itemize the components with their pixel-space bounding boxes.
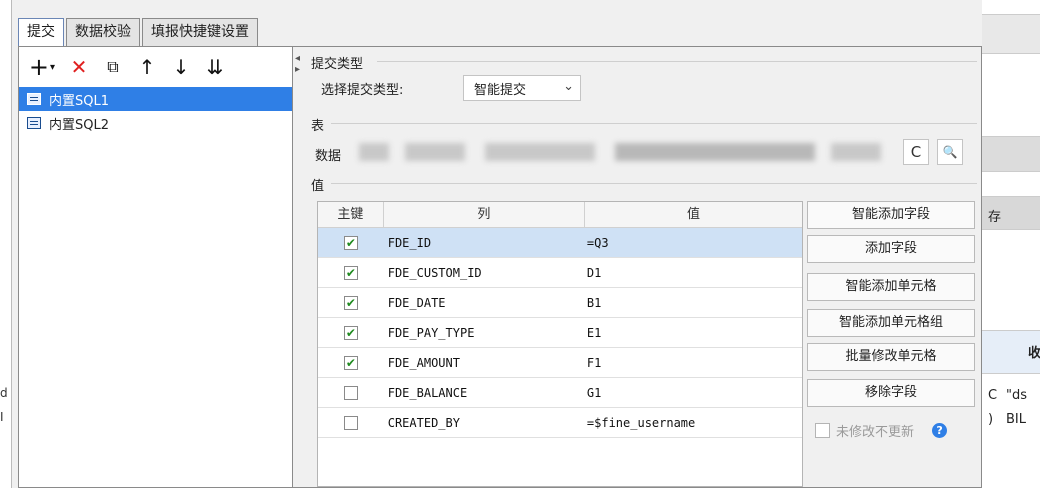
- background-text: ): [988, 412, 994, 427]
- refresh-icon[interactable]: C: [903, 139, 929, 165]
- list-toolbar: + ▾ ✕ ⧉ ↑ ↓ ⇊: [19, 47, 292, 87]
- background-text: 存: [988, 210, 1002, 225]
- background-right-strip: 存 收 C "ds ) BIL: [980, 0, 1040, 488]
- submit-type-label: 选择提交类型:: [321, 83, 404, 98]
- table-row[interactable]: ✔ FDE_ID =Q3: [318, 228, 802, 258]
- primary-key-cell: [318, 385, 384, 400]
- table-name-field[interactable]: [345, 139, 885, 165]
- column-cell[interactable]: FDE_CUSTOM_ID: [384, 266, 585, 280]
- preview-icon[interactable]: 🔍: [937, 139, 963, 165]
- primary-key-checkbox[interactable]: ✔: [343, 235, 358, 250]
- help-icon[interactable]: ?: [932, 423, 948, 438]
- value-cell[interactable]: B1: [585, 296, 802, 310]
- value-cell[interactable]: =Q3: [585, 236, 802, 250]
- tab-data-validation[interactable]: 数据校验: [66, 18, 140, 46]
- column-cell[interactable]: FDE_DATE: [384, 296, 585, 310]
- primary-key-cell: ✔: [318, 235, 384, 250]
- remove-field-button[interactable]: 移除字段: [807, 379, 975, 407]
- primary-key-cell: [318, 415, 384, 430]
- delete-icon[interactable]: ✕: [67, 55, 91, 79]
- primary-key-checkbox[interactable]: ✔: [343, 325, 358, 340]
- smart-add-cell-button[interactable]: 智能添加单元格: [807, 273, 975, 301]
- tab-shortcut-settings[interactable]: 填报快捷键设置: [142, 18, 258, 46]
- add-field-button[interactable]: 添加字段: [807, 235, 975, 263]
- chevron-down-icon: ⌄: [563, 79, 574, 94]
- background-text: I: [0, 410, 4, 424]
- no-update-checkbox[interactable]: [815, 423, 830, 438]
- list-item-label: 内置SQL2: [49, 117, 109, 133]
- table-row[interactable]: ✔ FDE_CUSTOM_ID D1: [318, 258, 802, 288]
- table-body: ✔ FDE_ID =Q3 ✔ FDE_CUSTOM_ID D1 ✔ FDE_DATE B1 ✔ FD…: [318, 228, 802, 438]
- value-cell[interactable]: G1: [585, 386, 802, 400]
- column-cell[interactable]: FDE_PAY_TYPE: [384, 326, 585, 340]
- field-mapping-table: 主键 列 值 ✔ FDE_ID =Q3 ✔ FDE_CUSTOM_ID D1 ✔ FDE_DA…: [317, 201, 803, 487]
- move-up-icon[interactable]: ↑: [135, 55, 159, 79]
- background-left-strip: d I: [0, 0, 12, 488]
- settings-panel: 提交类型 选择提交类型: 智能提交 ⌄ 表 数据 C 🔍 值 主键 列 值 ✔ …: [305, 47, 981, 487]
- section-title-value: 值: [311, 179, 325, 194]
- header-value[interactable]: 值: [585, 202, 802, 227]
- primary-key-cell: ✔: [318, 265, 384, 280]
- primary-key-checkbox[interactable]: ✔: [343, 265, 358, 280]
- no-update-label: 未修改不更新: [836, 425, 915, 440]
- table-row[interactable]: FDE_BALANCE G1: [318, 378, 802, 408]
- tab-bar: 提交 数据校验 填报快捷键设置: [18, 18, 260, 48]
- column-cell[interactable]: CREATED_BY: [384, 416, 585, 430]
- background-text: "ds: [1006, 388, 1028, 403]
- background-text: BIL: [1006, 412, 1026, 427]
- table-row[interactable]: ✔ FDE_AMOUNT F1: [318, 348, 802, 378]
- primary-key-checkbox[interactable]: ✔: [343, 355, 358, 370]
- primary-key-checkbox[interactable]: ✔: [343, 295, 358, 310]
- header-primary-key[interactable]: 主键: [318, 202, 384, 227]
- section-title-submit-type: 提交类型: [311, 57, 364, 72]
- list-item-label: 内置SQL1: [49, 93, 109, 109]
- submit-type-select[interactable]: 智能提交 ⌄: [463, 75, 581, 101]
- sort-icon[interactable]: ⇊: [203, 55, 227, 79]
- background-text: d: [0, 386, 8, 400]
- screen: d I 存 收 C "ds ) BIL 提交 数据校验 填报快捷键设置 + ▾: [0, 0, 1040, 488]
- column-cell[interactable]: FDE_AMOUNT: [384, 356, 585, 370]
- list-item-sql1[interactable]: 内置SQL1: [19, 87, 292, 111]
- table-row[interactable]: ✔ FDE_DATE B1: [318, 288, 802, 318]
- background-text: C: [988, 388, 998, 403]
- no-update-option: 未修改不更新 ?: [815, 421, 948, 440]
- column-cell[interactable]: FDE_ID: [384, 236, 585, 250]
- copy-icon[interactable]: ⧉: [101, 55, 125, 79]
- value-cell[interactable]: E1: [585, 326, 802, 340]
- section-title-table: 表: [311, 119, 325, 134]
- tab-panel: + ▾ ✕ ⧉ ↑ ↓ ⇊ 内置SQL1 内置SQL2 ◂ ▸ 提交类型 选择提…: [18, 46, 982, 488]
- value-cell[interactable]: D1: [585, 266, 802, 280]
- column-cell[interactable]: FDE_BALANCE: [384, 386, 585, 400]
- table-row[interactable]: ✔ FDE_PAY_TYPE E1: [318, 318, 802, 348]
- primary-key-checkbox[interactable]: [343, 415, 358, 430]
- sql-icon: [27, 93, 41, 105]
- smart-add-field-button[interactable]: 智能添加字段: [807, 201, 975, 229]
- value-cell[interactable]: F1: [585, 356, 802, 370]
- submit-settings-dialog: 提交 数据校验 填报快捷键设置 + ▾ ✕ ⧉ ↑ ↓ ⇊ 内置SQL1 内置S…: [12, 0, 982, 488]
- datasource-label: 数据: [315, 149, 342, 164]
- value-cell[interactable]: =$fine_username: [585, 416, 802, 430]
- move-down-icon[interactable]: ↓: [169, 55, 193, 79]
- primary-key-cell: ✔: [318, 295, 384, 310]
- primary-key-checkbox[interactable]: [343, 385, 358, 400]
- tab-submit[interactable]: 提交: [18, 18, 64, 48]
- add-dropdown-icon[interactable]: + ▾: [27, 53, 57, 81]
- list-item-sql2[interactable]: 内置SQL2: [19, 111, 292, 135]
- batch-modify-cell-button[interactable]: 批量修改单元格: [807, 343, 975, 371]
- sql-list-panel: + ▾ ✕ ⧉ ↑ ↓ ⇊ 内置SQL1 内置SQL2: [19, 47, 293, 487]
- table-header: 主键 列 值: [318, 202, 802, 228]
- sql-icon: [27, 117, 41, 129]
- primary-key-cell: ✔: [318, 325, 384, 340]
- background-text: 收: [1028, 346, 1040, 361]
- smart-add-cell-group-button[interactable]: 智能添加单元格组: [807, 309, 975, 337]
- table-row[interactable]: CREATED_BY =$fine_username: [318, 408, 802, 438]
- primary-key-cell: ✔: [318, 355, 384, 370]
- header-column[interactable]: 列: [384, 202, 585, 227]
- splitter-handle[interactable]: ◂ ▸: [295, 47, 303, 487]
